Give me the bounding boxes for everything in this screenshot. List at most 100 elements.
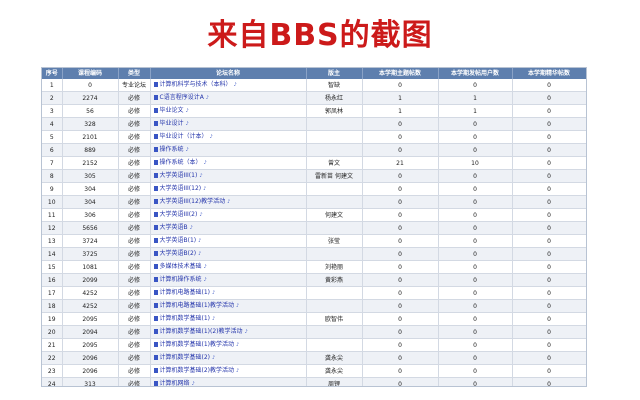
forum-link[interactable]: 计算机数学基础(2)教学活动 (160, 367, 235, 374)
cell-course-code: 889 (62, 143, 119, 157)
cell-forum-name[interactable]: 操作系统（本） ♪ (150, 156, 307, 170)
cell-forum-name[interactable]: 计算机数学基础(1)(2)教学活动 ♪ (150, 325, 307, 339)
cell-featured-count: 0 (512, 104, 586, 118)
cell-forum-name[interactable]: 计算机科学与技术（本科） ♪ (150, 79, 307, 92)
cell-seq: 24 (42, 377, 63, 386)
cell-forum-name[interactable]: 大学英语III(12)教学活动 ♪ (150, 195, 307, 209)
forum-folder-icon (153, 82, 158, 87)
forum-link[interactable]: 计算机网络 (160, 380, 190, 386)
cell-featured-count: 0 (512, 130, 586, 144)
forum-link[interactable]: 大学英语B (160, 224, 188, 231)
cell-forum-name[interactable]: 计算机数学基础(2) ♪ (150, 351, 307, 365)
cell-poster-count: 0 (438, 338, 513, 352)
cell-featured-count: 0 (512, 221, 586, 235)
cell-forum-name[interactable]: C语言程序设计A ♪ (150, 91, 307, 105)
forum-link[interactable]: 计算机数学基础(1)(2)教学活动 (160, 328, 243, 335)
cell-topic-count: 0 (362, 338, 439, 352)
cell-topic-count: 1 (362, 91, 439, 105)
forum-tag-icon: ♪ (209, 134, 213, 140)
cell-type: 必修 (118, 364, 151, 378)
cell-forum-name[interactable]: 计算机网络 ♪ (150, 377, 307, 386)
cell-moderator: 张莹 (306, 234, 363, 248)
cell-forum-name[interactable]: 大学英语B(2) ♪ (150, 247, 307, 261)
cell-forum-name[interactable]: 计算机电路基础(1)教学活动 ♪ (150, 299, 307, 313)
forum-link[interactable]: 计算机数学基础(1) (160, 315, 211, 322)
forum-link[interactable]: 计算机数学基础(2) (160, 354, 211, 361)
cell-seq: 7 (42, 156, 63, 170)
forum-folder-icon (153, 355, 158, 360)
forum-folder-icon (153, 251, 158, 256)
cell-forum-name[interactable]: 计算机数学基础(2)教学活动 ♪ (150, 364, 307, 378)
header-poster-count[interactable]: 本学期发帖用户数 (438, 68, 513, 79)
forum-folder-icon (153, 368, 158, 373)
cell-poster-count: 0 (438, 130, 513, 144)
header-course-code[interactable]: 课程编码 (62, 68, 119, 79)
cell-poster-count: 0 (438, 325, 513, 339)
forum-folder-icon (153, 342, 158, 347)
cell-featured-count: 0 (512, 260, 586, 274)
cell-forum-name[interactable]: 大学英语III(1) ♪ (150, 169, 307, 183)
header-seq[interactable]: 序号 (42, 68, 63, 79)
forum-tag-icon: ♪ (191, 381, 195, 386)
forum-stats-table-container: 序号 课程编码 类型 论坛名称 版主 本学期主题帖数 本学期发帖用户数 本学期精… (42, 68, 586, 386)
cell-forum-name[interactable]: 计算机电路基础(1) ♪ (150, 286, 307, 300)
cell-forum-name[interactable]: 计算机数学基础(1) ♪ (150, 312, 307, 326)
forum-link[interactable]: 计算机电路基础(1)教学活动 (160, 302, 235, 309)
cell-moderator (306, 195, 363, 209)
forum-link[interactable]: 计算机科学与技术（本科） (160, 81, 232, 88)
cell-forum-name[interactable]: 毕业设计 ♪ (150, 117, 307, 131)
forum-link[interactable]: 计算机操作系统 (160, 276, 202, 283)
cell-forum-name[interactable]: 毕业设计（计本） ♪ (150, 130, 307, 144)
table-row: 16 2099 必修 计算机操作系统 ♪ 黄彩燕 0 0 0 (42, 273, 586, 287)
forum-link[interactable]: 大学英语III(1) (160, 172, 198, 179)
cell-forum-name[interactable]: 大学英语III(12) ♪ (150, 182, 307, 196)
cell-type: 必修 (118, 156, 151, 170)
forum-tag-icon: ♪ (198, 238, 202, 244)
cell-type: 必修 (118, 117, 151, 131)
cell-poster-count: 0 (438, 273, 513, 287)
forum-link[interactable]: 计算机电路基础(1) (160, 289, 211, 296)
forum-link[interactable]: 大学英语III(12) (160, 185, 202, 192)
header-topic-count[interactable]: 本学期主题帖数 (362, 68, 439, 79)
forum-link[interactable]: 毕业设计 (160, 120, 184, 127)
cell-topic-count: 0 (362, 247, 439, 261)
cell-featured-count: 0 (512, 351, 586, 365)
header-featured-count[interactable]: 本学期精华帖数 (512, 68, 586, 79)
cell-seq: 20 (42, 325, 63, 339)
cell-moderator (306, 117, 363, 131)
cell-featured-count: 0 (512, 182, 586, 196)
forum-stats-table: 序号 课程编码 类型 论坛名称 版主 本学期主题帖数 本学期发帖用户数 本学期精… (42, 68, 586, 386)
cell-forum-name[interactable]: 操作系统 ♪ (150, 143, 307, 157)
header-type[interactable]: 类型 (118, 68, 151, 79)
cell-seq: 17 (42, 286, 63, 300)
forum-link[interactable]: 操作系统（本） (160, 159, 202, 166)
forum-link[interactable]: 大学英语B(1) (160, 237, 197, 244)
cell-moderator (306, 338, 363, 352)
cell-forum-name[interactable]: 大学英语III(2) ♪ (150, 208, 307, 222)
cell-course-code: 2094 (62, 325, 119, 339)
forum-link[interactable]: 大学英语III(12)教学活动 (160, 198, 226, 205)
forum-link[interactable]: 毕业论文 (160, 107, 184, 114)
header-forum-name[interactable]: 论坛名称 (150, 68, 307, 79)
cell-forum-name[interactable]: 大学英语B ♪ (150, 221, 307, 235)
cell-topic-count: 0 (362, 117, 439, 131)
cell-featured-count: 0 (512, 312, 586, 326)
table-row: 21 2095 必修 计算机数学基础(1)教学活动 ♪ 0 0 0 (42, 338, 586, 352)
cell-type: 必修 (118, 299, 151, 313)
cell-forum-name[interactable]: 多媒体技术基础 ♪ (150, 260, 307, 274)
cell-forum-name[interactable]: 计算机操作系统 ♪ (150, 273, 307, 287)
forum-link[interactable]: 毕业设计（计本） (160, 133, 208, 140)
cell-poster-count: 1 (438, 104, 513, 118)
forum-link[interactable]: 多媒体技术基础 (160, 263, 202, 270)
forum-link[interactable]: 操作系统 (160, 146, 184, 153)
header-moderator[interactable]: 版主 (306, 68, 363, 79)
forum-link[interactable]: 计算机数学基础(1)教学活动 (160, 341, 235, 348)
cell-forum-name[interactable]: 计算机数学基础(1)教学活动 ♪ (150, 338, 307, 352)
forum-link[interactable]: 大学英语III(2) (160, 211, 198, 218)
forum-link[interactable]: C语言程序设计A (160, 94, 204, 101)
forum-link[interactable]: 大学英语B(2) (160, 250, 197, 257)
cell-course-code: 304 (62, 195, 119, 209)
cell-forum-name[interactable]: 毕业论文 ♪ (150, 104, 307, 118)
cell-forum-name[interactable]: 大学英语B(1) ♪ (150, 234, 307, 248)
table-row: 5 2101 必修 毕业设计（计本） ♪ 0 0 0 (42, 130, 586, 144)
